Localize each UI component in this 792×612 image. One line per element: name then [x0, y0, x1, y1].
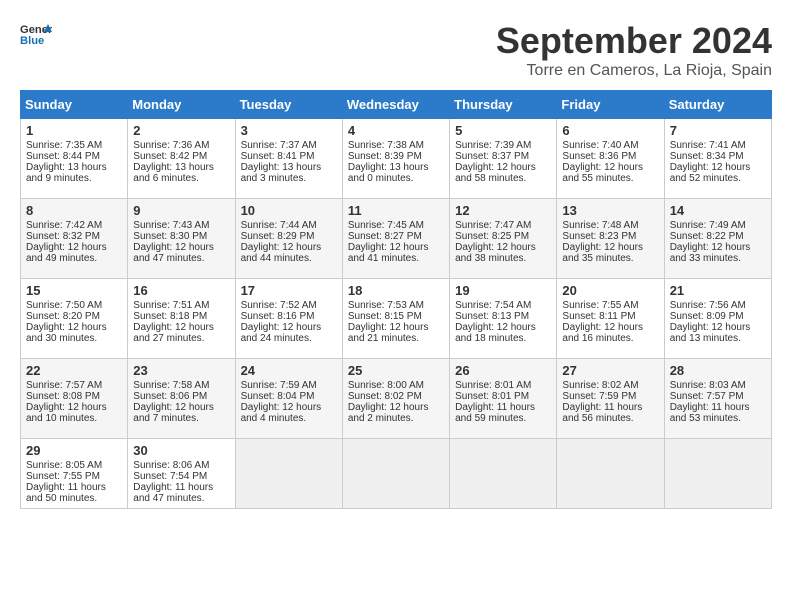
table-row: 26Sunrise: 8:01 AMSunset: 8:01 PMDayligh…: [450, 359, 557, 439]
table-row: 28Sunrise: 8:03 AMSunset: 7:57 PMDayligh…: [664, 359, 771, 439]
col-friday: Friday: [557, 91, 664, 119]
table-row: 23Sunrise: 7:58 AMSunset: 8:06 PMDayligh…: [128, 359, 235, 439]
table-row: 6Sunrise: 7:40 AMSunset: 8:36 PMDaylight…: [557, 119, 664, 199]
header-row: Sunday Monday Tuesday Wednesday Thursday…: [21, 91, 772, 119]
table-row: 5Sunrise: 7:39 AMSunset: 8:37 PMDaylight…: [450, 119, 557, 199]
table-row: 4Sunrise: 7:38 AMSunset: 8:39 PMDaylight…: [342, 119, 449, 199]
calendar-week-2: 8Sunrise: 7:42 AMSunset: 8:32 PMDaylight…: [21, 199, 772, 279]
table-row: 8Sunrise: 7:42 AMSunset: 8:32 PMDaylight…: [21, 199, 128, 279]
table-row: 10Sunrise: 7:44 AMSunset: 8:29 PMDayligh…: [235, 199, 342, 279]
table-row: [450, 439, 557, 509]
table-row: 1Sunrise: 7:35 AMSunset: 8:44 PMDaylight…: [21, 119, 128, 199]
table-row: 21Sunrise: 7:56 AMSunset: 8:09 PMDayligh…: [664, 279, 771, 359]
table-row: 29Sunrise: 8:05 AMSunset: 7:55 PMDayligh…: [21, 439, 128, 509]
page-header: General Blue September 2024 Torre en Cam…: [20, 20, 772, 80]
table-row: 9Sunrise: 7:43 AMSunset: 8:30 PMDaylight…: [128, 199, 235, 279]
title-area: September 2024 Torre en Cameros, La Rioj…: [496, 20, 772, 80]
table-row: 24Sunrise: 7:59 AMSunset: 8:04 PMDayligh…: [235, 359, 342, 439]
logo-icon: General Blue: [20, 20, 52, 48]
table-row: 16Sunrise: 7:51 AMSunset: 8:18 PMDayligh…: [128, 279, 235, 359]
table-row: 2Sunrise: 7:36 AMSunset: 8:42 PMDaylight…: [128, 119, 235, 199]
table-row: 27Sunrise: 8:02 AMSunset: 7:59 PMDayligh…: [557, 359, 664, 439]
table-row: [235, 439, 342, 509]
table-row: 18Sunrise: 7:53 AMSunset: 8:15 PMDayligh…: [342, 279, 449, 359]
table-row: 15Sunrise: 7:50 AMSunset: 8:20 PMDayligh…: [21, 279, 128, 359]
table-row: 13Sunrise: 7:48 AMSunset: 8:23 PMDayligh…: [557, 199, 664, 279]
table-row: 12Sunrise: 7:47 AMSunset: 8:25 PMDayligh…: [450, 199, 557, 279]
calendar-week-5: 29Sunrise: 8:05 AMSunset: 7:55 PMDayligh…: [21, 439, 772, 509]
col-monday: Monday: [128, 91, 235, 119]
table-row: 3Sunrise: 7:37 AMSunset: 8:41 PMDaylight…: [235, 119, 342, 199]
table-row: 19Sunrise: 7:54 AMSunset: 8:13 PMDayligh…: [450, 279, 557, 359]
table-row: 20Sunrise: 7:55 AMSunset: 8:11 PMDayligh…: [557, 279, 664, 359]
table-row: [557, 439, 664, 509]
table-row: [342, 439, 449, 509]
table-row: 14Sunrise: 7:49 AMSunset: 8:22 PMDayligh…: [664, 199, 771, 279]
table-row: 7Sunrise: 7:41 AMSunset: 8:34 PMDaylight…: [664, 119, 771, 199]
svg-text:Blue: Blue: [20, 35, 44, 47]
month-title: September 2024: [496, 20, 772, 62]
col-tuesday: Tuesday: [235, 91, 342, 119]
col-sunday: Sunday: [21, 91, 128, 119]
calendar-week-4: 22Sunrise: 7:57 AMSunset: 8:08 PMDayligh…: [21, 359, 772, 439]
table-row: [664, 439, 771, 509]
table-row: 11Sunrise: 7:45 AMSunset: 8:27 PMDayligh…: [342, 199, 449, 279]
calendar-week-3: 15Sunrise: 7:50 AMSunset: 8:20 PMDayligh…: [21, 279, 772, 359]
col-wednesday: Wednesday: [342, 91, 449, 119]
calendar-week-1: 1Sunrise: 7:35 AMSunset: 8:44 PMDaylight…: [21, 119, 772, 199]
col-thursday: Thursday: [450, 91, 557, 119]
col-saturday: Saturday: [664, 91, 771, 119]
table-row: 22Sunrise: 7:57 AMSunset: 8:08 PMDayligh…: [21, 359, 128, 439]
logo: General Blue: [20, 20, 52, 48]
calendar-table: Sunday Monday Tuesday Wednesday Thursday…: [20, 90, 772, 509]
table-row: 25Sunrise: 8:00 AMSunset: 8:02 PMDayligh…: [342, 359, 449, 439]
table-row: 17Sunrise: 7:52 AMSunset: 8:16 PMDayligh…: [235, 279, 342, 359]
table-row: 30Sunrise: 8:06 AMSunset: 7:54 PMDayligh…: [128, 439, 235, 509]
location-title: Torre en Cameros, La Rioja, Spain: [496, 62, 772, 80]
